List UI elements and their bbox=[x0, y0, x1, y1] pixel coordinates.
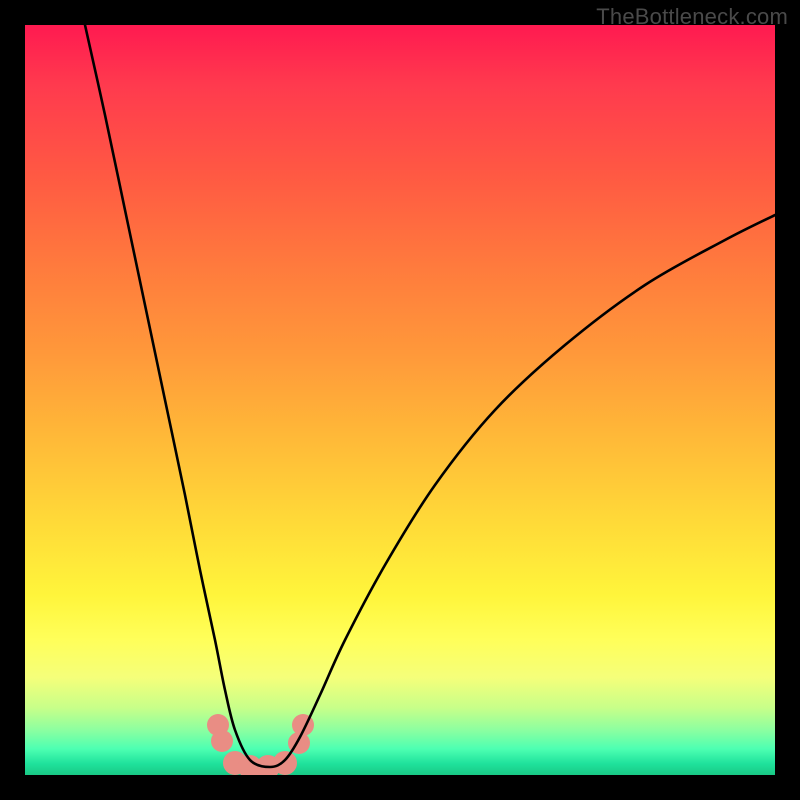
bottleneck-curve-path bbox=[85, 25, 775, 767]
warning-marker bbox=[211, 730, 233, 752]
warning-marker bbox=[273, 751, 297, 775]
plot-area bbox=[25, 25, 775, 775]
bottleneck-chart bbox=[25, 25, 775, 775]
outer-frame: TheBottleneck.com bbox=[0, 0, 800, 800]
